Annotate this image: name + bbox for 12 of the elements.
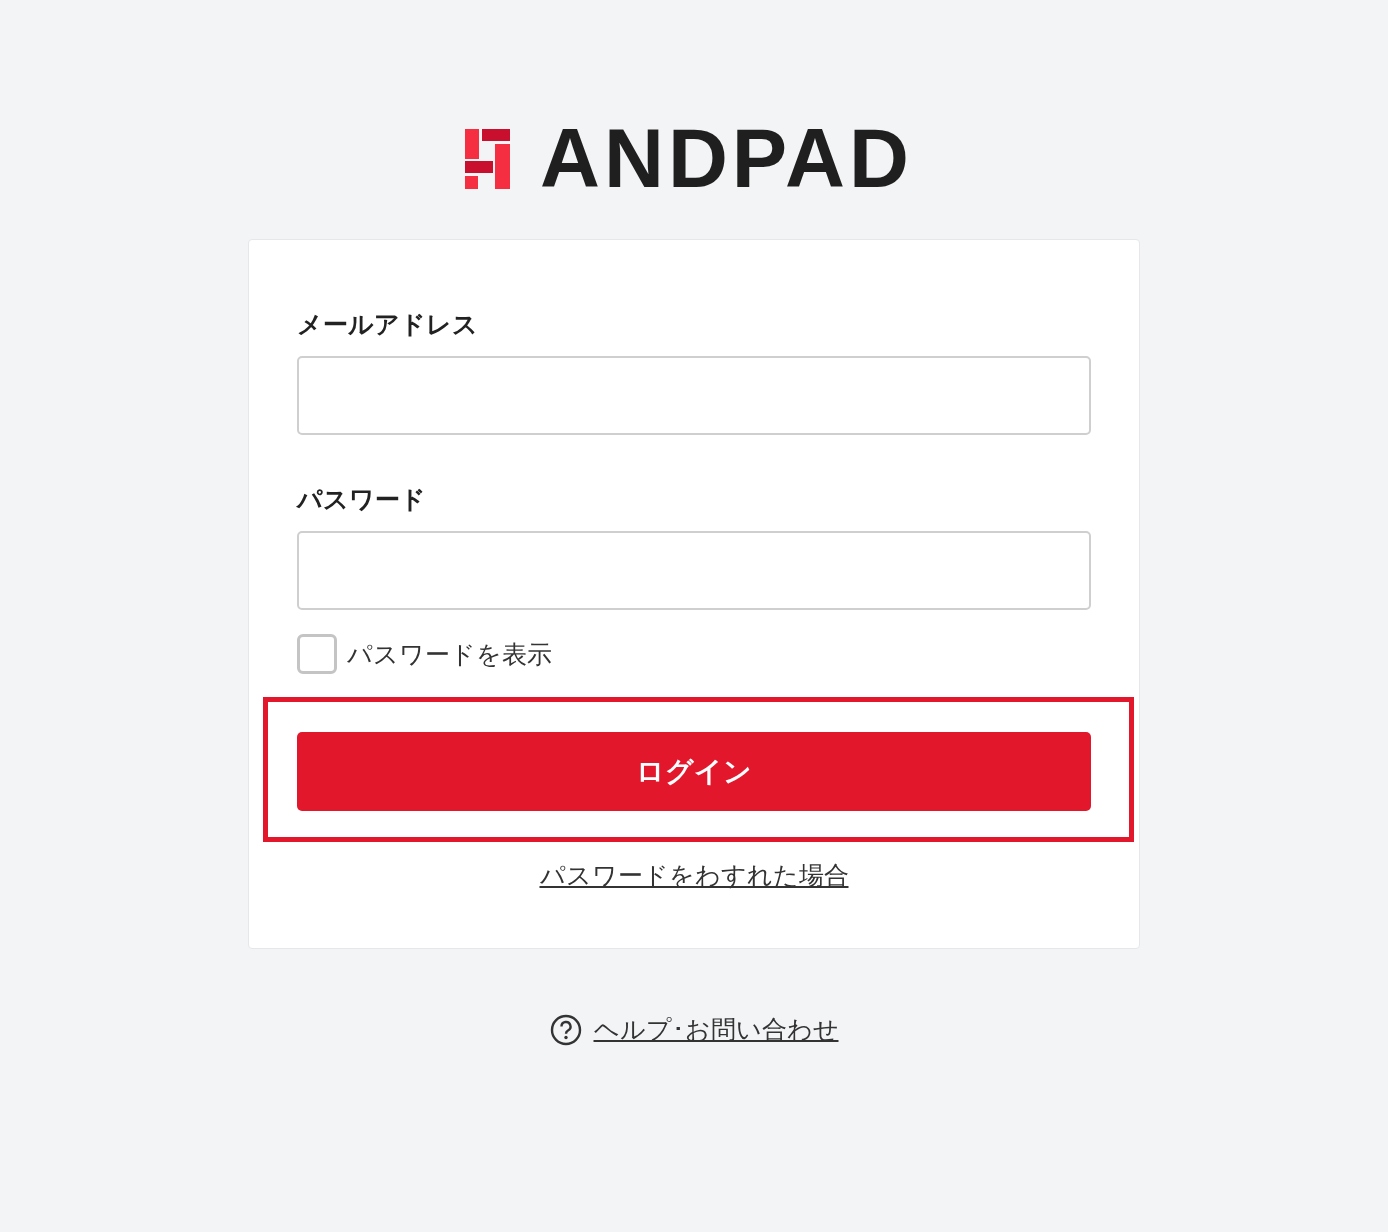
help-icon (549, 1013, 582, 1046)
field-label: パスワード (297, 484, 427, 516)
logo-text: ANDPAD (540, 128, 913, 190)
field-label: メールアドレス (297, 309, 479, 341)
checkbox[interactable] (297, 634, 337, 674)
input-field[interactable] (297, 356, 1091, 435)
input-field[interactable] (297, 531, 1091, 610)
forgot-password-link[interactable]: パスワードをわすれた場合 (539, 861, 849, 890)
checkbox-label[interactable]: パスワードを表示 (347, 637, 552, 671)
help-link[interactable]: ヘルプ･お問い合わせ (593, 1013, 839, 1046)
logo-icon (465, 129, 511, 189)
login-button[interactable]: ログイン (297, 732, 1091, 811)
